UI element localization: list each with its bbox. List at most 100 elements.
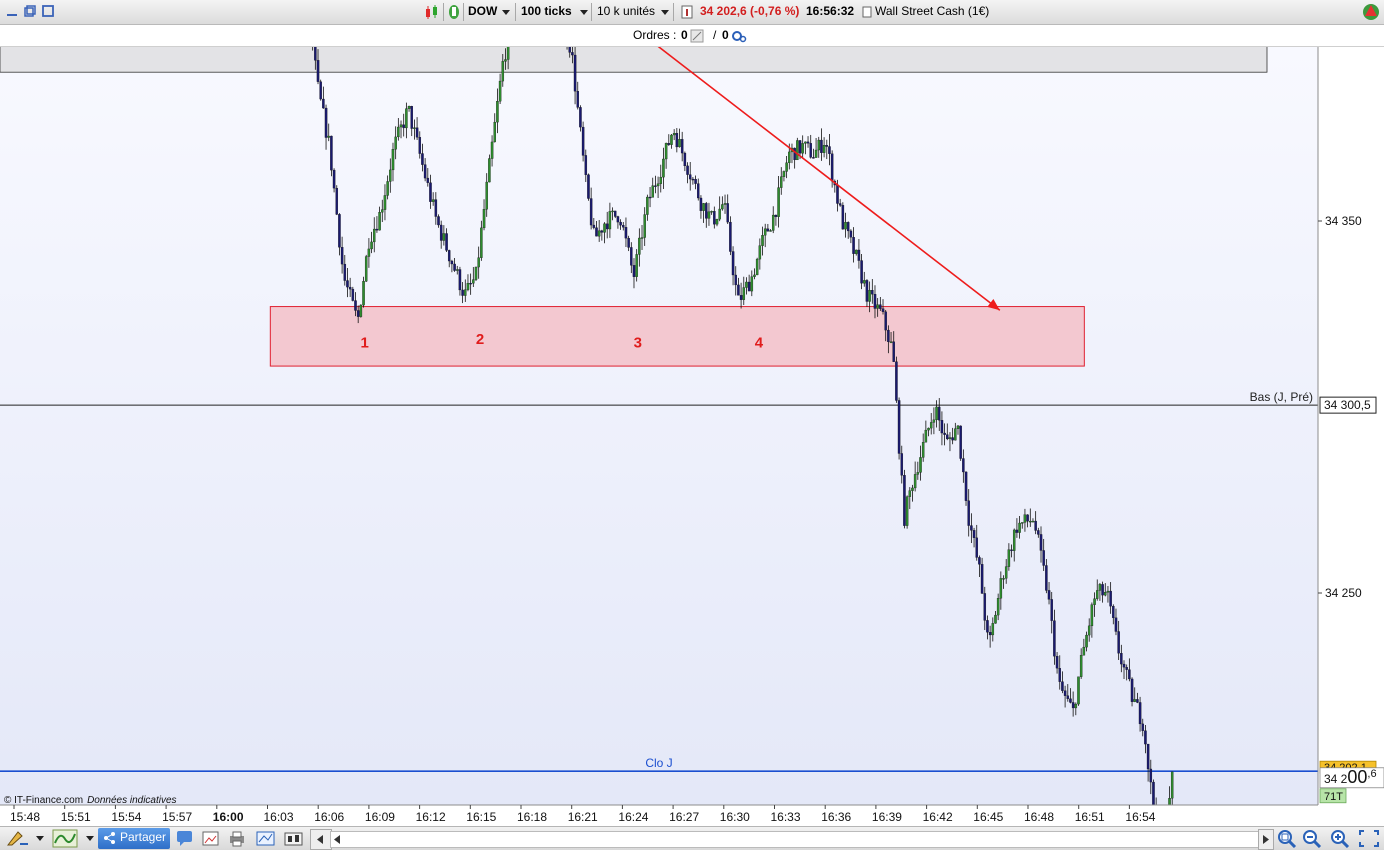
candle-body-255 xyxy=(670,134,673,145)
x-tick-label-16: 16:36 xyxy=(821,810,851,824)
candle-body-254 xyxy=(667,143,671,145)
candle-body-301 xyxy=(793,147,796,161)
restore-icon[interactable] xyxy=(24,5,36,17)
candle-body-125 xyxy=(322,98,325,109)
flag-icon[interactable] xyxy=(447,3,461,21)
candle-body-282 xyxy=(742,287,746,300)
orders-list-icon[interactable] xyxy=(690,29,704,43)
candle-body-236 xyxy=(619,221,622,226)
chevron-down-icon[interactable] xyxy=(661,10,669,15)
orders-bar: Ordres : 0 / 0 xyxy=(0,25,1384,47)
candle-body-149 xyxy=(386,181,389,196)
candle-body-167 xyxy=(434,199,438,217)
x-tick-label-7: 16:09 xyxy=(365,810,395,824)
orders-slash: / xyxy=(713,28,717,42)
drawing-tool-icon[interactable] xyxy=(6,830,30,847)
support-touch-label-4: 4 xyxy=(755,334,764,351)
bookmark-icon[interactable] xyxy=(862,6,872,18)
info-sheet-icon[interactable] xyxy=(681,5,693,19)
candle-body-183 xyxy=(477,257,480,268)
chevron-down-icon[interactable] xyxy=(580,10,588,15)
settings-gear-icon[interactable] xyxy=(731,29,747,43)
chevron-right-icon xyxy=(1263,835,1269,844)
candle-body-412 xyxy=(1090,604,1094,627)
maximize-icon[interactable] xyxy=(42,5,54,17)
candle-body-327 xyxy=(863,280,866,284)
x-tick-label-9: 16:15 xyxy=(466,810,496,824)
share-button[interactable]: Partager xyxy=(98,828,170,849)
scroll-left-button[interactable] xyxy=(310,829,332,850)
candle-body-154 xyxy=(399,124,403,128)
candle-body-235 xyxy=(616,216,620,223)
chevron-down-icon[interactable] xyxy=(502,10,510,15)
candle-body-432 xyxy=(1144,730,1147,745)
candle-body-123 xyxy=(316,60,320,82)
candle-body-418 xyxy=(1106,590,1110,593)
candlestick-type-icon[interactable] xyxy=(424,4,440,20)
candle-body-217 xyxy=(568,47,571,53)
candle-body-159 xyxy=(413,127,416,129)
level-label-9: Bas (J, Pré) xyxy=(1250,390,1313,404)
zoom-in-icon[interactable] xyxy=(1330,829,1350,848)
candle-body-387 xyxy=(1023,514,1027,523)
chevron-down-icon[interactable] xyxy=(36,836,44,841)
candle-body-334 xyxy=(881,308,885,312)
minimize-icon[interactable] xyxy=(6,6,18,18)
candle-body-295 xyxy=(777,187,780,217)
candle-body-320 xyxy=(844,222,847,230)
candle-body-398 xyxy=(1053,620,1056,657)
candle-body-350 xyxy=(924,429,928,443)
horizontal-scrollbar[interactable] xyxy=(330,831,1260,848)
share-label: Partager xyxy=(120,830,167,844)
candle-body-244 xyxy=(640,237,644,239)
candle-body-178 xyxy=(464,289,467,296)
candle-body-298 xyxy=(785,162,788,172)
compare-icon[interactable] xyxy=(284,830,304,847)
candle-body-218 xyxy=(571,52,574,56)
candle-body-351 xyxy=(927,427,930,431)
candle-body-279 xyxy=(734,274,737,286)
x-tick-label-21: 16:51 xyxy=(1075,810,1105,824)
candle-body-261 xyxy=(686,165,689,175)
candle-body-250 xyxy=(656,183,660,187)
instrument-selector[interactable]: DOW xyxy=(468,2,497,21)
chat-icon[interactable] xyxy=(176,830,194,847)
candle-body-143 xyxy=(370,241,373,250)
candle-body-321 xyxy=(846,222,850,232)
candle-body-376 xyxy=(994,614,997,624)
candle-body-378 xyxy=(999,578,1003,599)
candle-body-258 xyxy=(678,139,681,148)
chevron-down-icon[interactable] xyxy=(86,836,94,841)
zoom-fit-icon[interactable] xyxy=(1277,829,1297,848)
window-layout-icon[interactable] xyxy=(256,830,276,847)
candle-body-362 xyxy=(956,425,960,429)
candle-body-237 xyxy=(622,225,625,228)
ticks-selector[interactable]: 100 ticks xyxy=(521,2,572,21)
candle-body-427 xyxy=(1130,678,1134,702)
candle-body-242 xyxy=(635,254,638,277)
candle-body-428 xyxy=(1133,699,1136,702)
last-price-big: 00 xyxy=(1347,767,1367,787)
candle-body-342 xyxy=(903,475,906,526)
candle-body-326 xyxy=(860,260,863,284)
candle-body-318 xyxy=(838,203,842,206)
print-icon[interactable] xyxy=(228,830,246,847)
scroll-right-button[interactable] xyxy=(1258,829,1274,850)
indicator-icon[interactable] xyxy=(52,829,78,848)
fullscreen-icon[interactable] xyxy=(1358,829,1380,848)
support-zone xyxy=(269,306,1085,367)
candle-body-357 xyxy=(943,432,946,435)
zones-layer xyxy=(0,47,1268,73)
candle-body-404 xyxy=(1069,698,1072,703)
candle-body-411 xyxy=(1087,625,1091,636)
export-image-icon[interactable] xyxy=(202,830,220,847)
price-chart[interactable]: Bas (M, Pré)Ouverture 30/09 15h30Pré-ouv… xyxy=(0,47,1384,826)
candle-body-168 xyxy=(437,216,440,226)
candle-body-408 xyxy=(1079,655,1083,677)
units-selector[interactable]: 10 k unités xyxy=(597,2,655,21)
candle-body-170 xyxy=(442,233,446,241)
candle-body-348 xyxy=(919,457,922,473)
zoom-out-icon[interactable] xyxy=(1302,829,1322,848)
candle-body-145 xyxy=(375,228,379,231)
candle-body-245 xyxy=(643,214,646,238)
